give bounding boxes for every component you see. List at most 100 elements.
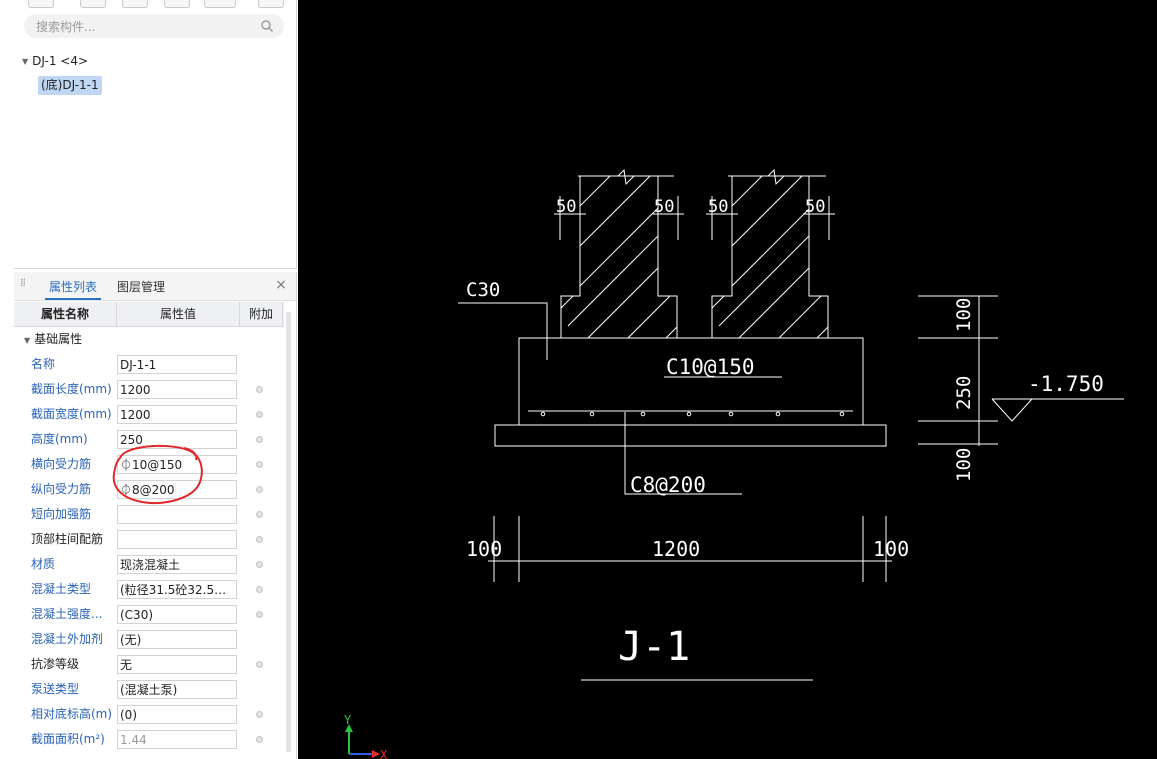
column-header-value: 属性值 [117, 302, 240, 326]
tab-property-list[interactable]: 属性列表 [45, 272, 102, 300]
close-icon[interactable]: × [274, 278, 288, 292]
property-name: 高度(mm) [31, 432, 88, 446]
extra-checkbox[interactable] [256, 461, 263, 468]
drag-grip-icon[interactable]: ⁞⁞ [20, 277, 28, 293]
property-row: 短向加强筋 [14, 502, 284, 527]
property-value-field[interactable] [117, 505, 237, 524]
vertical-scrollbar[interactable] [286, 312, 291, 752]
properties-panel: ⁞⁞ 属性列表 图层管理 × 属性名称 属性值 附加 ▼ 基础属性 名称 DJ-1… [14, 272, 297, 759]
property-value-field[interactable]: 1200 [117, 380, 237, 399]
dim-label-50: 50 [805, 197, 825, 217]
top-rebar-label: C10@150 [666, 355, 755, 379]
toolbar-filter-button[interactable] [164, 0, 190, 8]
property-group-basic[interactable]: ▼ 基础属性 [14, 327, 284, 351]
property-row: 混凝土外加剂 (无) [14, 627, 284, 652]
property-name: 混凝土强度... [31, 607, 103, 621]
extra-checkbox[interactable] [256, 661, 263, 668]
toolbar-more-button[interactable] [258, 0, 284, 8]
width-dim-left: 100 [466, 537, 502, 561]
extra-checkbox[interactable] [256, 711, 263, 718]
property-value-field[interactable]: 250 [117, 430, 237, 449]
property-name: 相对底标高(m) [31, 707, 113, 721]
property-row: 混凝土类型 (粒径31.5砼32.5级... [14, 577, 284, 602]
property-value-field[interactable] [117, 530, 237, 549]
width-dim-right: 100 [873, 537, 909, 561]
extra-checkbox[interactable] [256, 386, 263, 393]
concrete-grade-label: C30 [466, 279, 500, 301]
property-row: 高度(mm) 250 [14, 427, 284, 452]
property-name: 抗渗等级 [31, 657, 80, 671]
tree-root-label: DJ-1 <4> [32, 54, 89, 68]
height-dim-250: 250 [953, 376, 975, 410]
extra-checkbox[interactable] [256, 561, 263, 568]
ucs-axis-icon: Y X [344, 713, 388, 759]
search-icon[interactable] [260, 19, 274, 33]
property-value-field[interactable]: 无 [117, 655, 237, 674]
tab-layer-management[interactable]: 图层管理 [113, 272, 169, 300]
property-value-field[interactable]: (混凝土泵) [117, 680, 237, 699]
toolbar-delete-button[interactable] [122, 0, 148, 8]
search-input[interactable] [34, 14, 258, 40]
extra-checkbox[interactable] [256, 511, 263, 518]
property-name: 截面长度(mm) [31, 382, 112, 396]
cad-canvas[interactable]: 50 50 50 50 C30 C10@150 C8@200 100 250 1… [298, 0, 1157, 759]
property-value-field[interactable]: (无) [117, 630, 237, 649]
dim-label-50: 50 [708, 197, 728, 217]
extra-checkbox[interactable] [256, 536, 263, 543]
elevation-level-label: -1.750 [1028, 372, 1104, 396]
foundation-section-drawing: 50 50 50 50 C30 C10@150 C8@200 100 250 1… [344, 168, 1124, 759]
dim-label-50: 50 [556, 197, 576, 217]
collapse-arrow-icon[interactable]: ▼ [24, 329, 30, 353]
axis-y-label: Y [344, 713, 352, 727]
property-name: 混凝土类型 [31, 582, 92, 596]
property-row: 截面长度(mm) 1200 [14, 377, 284, 402]
property-value-field[interactable]: (粒径31.5砼32.5级... [117, 580, 237, 599]
dim-label-50: 50 [654, 197, 674, 217]
width-dim-total: 1200 [652, 537, 700, 561]
drawing-title: J-1 [618, 624, 690, 670]
property-name: 混凝土外加剂 [31, 632, 104, 646]
bottom-rebar-label: C8@200 [630, 473, 706, 497]
tree-item-dj-1-1[interactable]: (底)DJ-1-1 [38, 76, 102, 95]
toolbar-layer-button[interactable] [204, 0, 236, 8]
property-name: 材质 [31, 557, 56, 571]
property-value-field[interactable]: ⏀8@200 [117, 480, 237, 499]
axis-x-label: X [380, 748, 388, 759]
search-box [24, 14, 284, 40]
extra-checkbox[interactable] [256, 586, 263, 593]
property-name: 名称 [31, 357, 56, 371]
property-value-field[interactable]: (0) [117, 705, 237, 724]
tree-item-dj-1[interactable]: ▼ DJ-1 <4> [22, 54, 88, 68]
property-value-field[interactable]: 现浇混凝土 [117, 555, 237, 574]
property-name: 横向受力筋 [31, 457, 92, 471]
property-name: 顶部柱间配筋 [31, 532, 104, 546]
property-value-field[interactable]: ⏀10@150 [117, 455, 237, 474]
height-dim-100: 100 [953, 448, 975, 482]
toolbar-copy-button[interactable] [80, 0, 106, 8]
property-row: 名称 DJ-1-1 [14, 352, 284, 377]
property-value-field[interactable]: 1200 [117, 405, 237, 424]
property-row: 泵送类型 (混凝土泵) [14, 677, 284, 702]
property-name: 短向加强筋 [31, 507, 92, 521]
extra-checkbox[interactable] [256, 736, 263, 743]
property-grid-header: 属性名称 属性值 附加 [14, 302, 284, 327]
extra-checkbox[interactable] [256, 411, 263, 418]
property-row: 截面宽度(mm) 1200 [14, 402, 284, 427]
property-rows: 名称 DJ-1-1 截面长度(mm) 1200 截面宽度(mm) 1200 高度… [14, 352, 284, 752]
property-value-field: 1.44 [117, 730, 237, 749]
toolbar-new-button[interactable] [28, 0, 54, 8]
extra-checkbox[interactable] [256, 611, 263, 618]
extra-checkbox[interactable] [256, 486, 263, 493]
component-tree-panel: ▼ DJ-1 <4> (底)DJ-1-1 [14, 0, 297, 269]
property-row: 抗渗等级 无 [14, 652, 284, 677]
property-value-field[interactable]: DJ-1-1 [117, 355, 237, 374]
property-row: 截面面积(m²) 1.44 [14, 727, 284, 752]
property-row: 材质 现浇混凝土 [14, 552, 284, 577]
column-header-name: 属性名称 [14, 302, 117, 326]
property-name: 截面宽度(mm) [31, 407, 112, 421]
property-name: 泵送类型 [31, 682, 80, 696]
extra-checkbox[interactable] [256, 436, 263, 443]
property-value-field[interactable]: (C30) [117, 605, 237, 624]
property-row: 横向受力筋 ⏀10@150 [14, 452, 284, 477]
expand-arrow-icon[interactable]: ▼ [22, 57, 28, 66]
